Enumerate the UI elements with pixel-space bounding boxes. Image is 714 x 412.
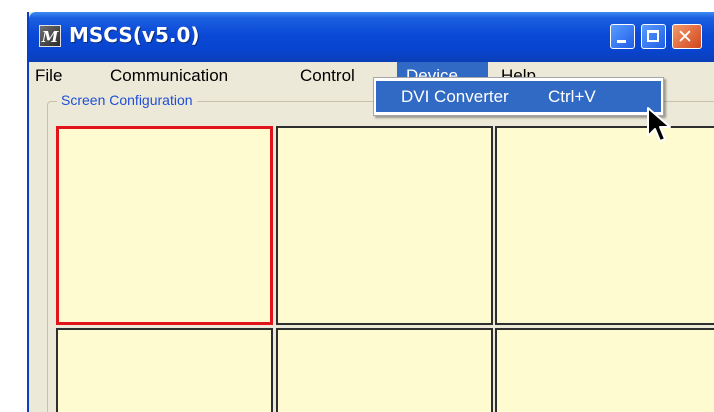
close-icon: ✕ bbox=[677, 26, 693, 48]
app-window: M MSCS(v5.0) ✕ File Communication Contro… bbox=[27, 12, 714, 412]
maximize-button[interactable] bbox=[641, 24, 666, 49]
minimize-button[interactable] bbox=[610, 24, 635, 49]
mouse-pointer-icon bbox=[647, 107, 671, 142]
minimize-icon bbox=[617, 40, 626, 43]
device-dropdown-menu: DVI Converter Ctrl+V bbox=[373, 77, 664, 116]
screen-cell-2-1[interactable] bbox=[56, 328, 273, 412]
menu-communication[interactable]: Communication bbox=[104, 62, 234, 89]
maximize-icon bbox=[647, 30, 659, 42]
screen-cell-1-2[interactable] bbox=[276, 126, 493, 325]
close-button[interactable]: ✕ bbox=[672, 24, 702, 49]
screen-cell-2-3[interactable] bbox=[495, 328, 714, 412]
menu-item-label: DVI Converter bbox=[401, 87, 509, 106]
screen-cell-2-2[interactable] bbox=[276, 328, 493, 412]
app-logo-icon[interactable]: M bbox=[39, 25, 61, 47]
menu-control[interactable]: Control bbox=[294, 62, 361, 89]
screen-configuration-label: Screen Configuration bbox=[57, 90, 197, 110]
title-bar[interactable]: M MSCS(v5.0) ✕ bbox=[29, 12, 714, 62]
menu-file[interactable]: File bbox=[29, 62, 68, 89]
screen-cell-1-1[interactable] bbox=[56, 126, 273, 325]
menu-item-shortcut: Ctrl+V bbox=[548, 87, 596, 106]
menu-item-dvi-converter[interactable]: DVI Converter Ctrl+V bbox=[376, 81, 661, 112]
window-title: MSCS(v5.0) bbox=[69, 23, 200, 47]
screen-cell-1-3[interactable] bbox=[495, 126, 714, 325]
